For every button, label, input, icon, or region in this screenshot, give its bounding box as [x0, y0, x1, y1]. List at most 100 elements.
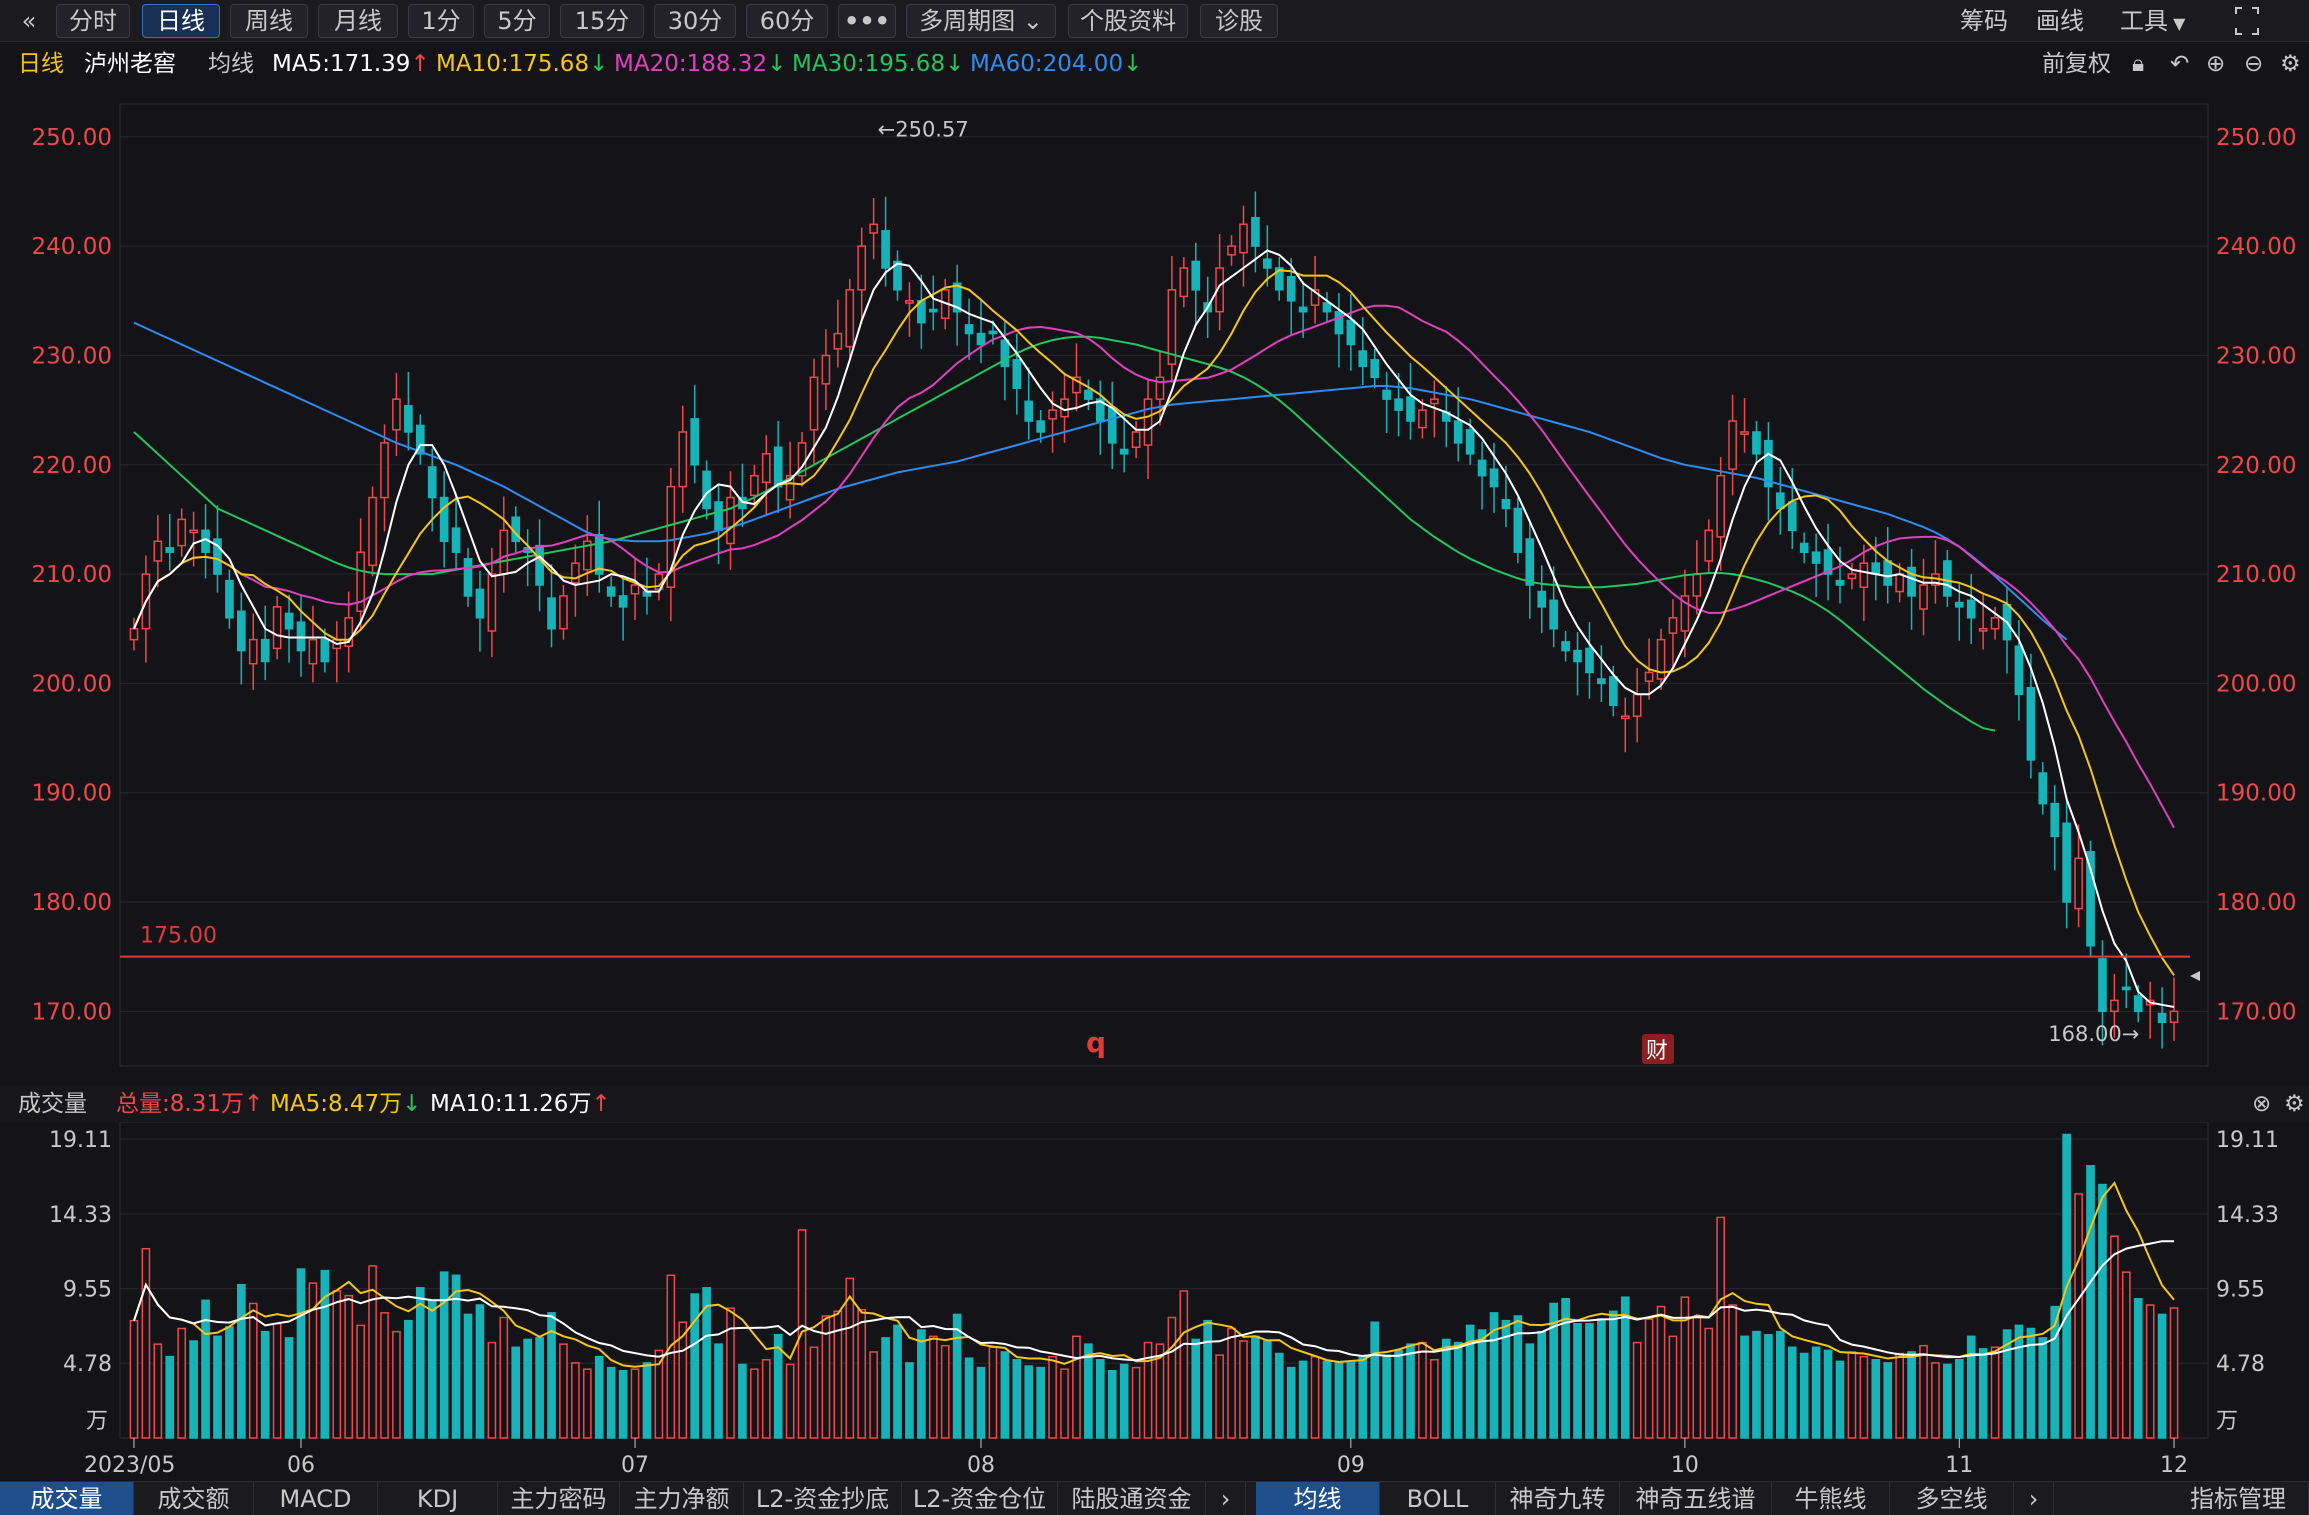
candle-down[interactable]	[547, 597, 556, 630]
fullscreen-icon[interactable]	[2232, 4, 2262, 38]
volume-bar-down[interactable]	[1024, 1365, 1034, 1439]
volume-bar-down[interactable]	[618, 1369, 628, 1439]
tab-bull-bear[interactable]: 牛熊线	[1772, 1482, 1890, 1515]
volume-bar-up[interactable]	[785, 1363, 795, 1439]
candle-up[interactable]	[571, 562, 580, 584]
candle-down[interactable]	[463, 558, 473, 597]
volume-bar-down[interactable]	[2086, 1165, 2095, 1439]
candle-down[interactable]	[1370, 359, 1380, 379]
volume-bar-down[interactable]	[1274, 1352, 1284, 1439]
volume-bar-up[interactable]	[177, 1327, 187, 1439]
volume-bar-up[interactable]	[1430, 1359, 1439, 1439]
candle-up[interactable]	[368, 496, 377, 567]
volume-bar-down[interactable]	[1525, 1343, 1535, 1439]
candle-up[interactable]	[2110, 999, 2119, 1013]
candle-down[interactable]	[1549, 599, 1558, 630]
period-tab-monthly[interactable]: 月线	[318, 4, 398, 38]
tab-macd[interactable]: MACD	[254, 1482, 378, 1515]
volume-panel[interactable]: 19.11 19.11 14.33 14.33 9.55 9.55 4.78 4.78 万 万…	[0, 1121, 2309, 1482]
candle-up[interactable]	[761, 453, 771, 483]
volume-bar-down[interactable]	[893, 1324, 902, 1439]
volume-bar-up[interactable]	[2145, 1304, 2155, 1439]
volume-bar-down[interactable]	[1943, 1363, 1952, 1439]
volume-bar-down[interactable]	[905, 1362, 914, 1439]
candle-down[interactable]	[1537, 590, 1547, 608]
candle-down[interactable]	[1811, 551, 1821, 564]
candle-up[interactable]	[1179, 267, 1189, 298]
volume-bar-down[interactable]	[1012, 1359, 1022, 1439]
chips-button[interactable]: 筹码	[1960, 4, 2008, 38]
tab-main-force-net[interactable]: 主力净额	[620, 1482, 744, 1515]
volume-bar-up[interactable]	[582, 1368, 592, 1439]
tab-turnover[interactable]: 成交额	[134, 1482, 254, 1515]
candle-down[interactable]	[237, 610, 246, 652]
candle-down[interactable]	[1298, 306, 1308, 313]
volume-bar-down[interactable]	[881, 1337, 890, 1439]
candle-up[interactable]	[1418, 409, 1427, 429]
volume-bar-down[interactable]	[952, 1313, 962, 1439]
candle-down[interactable]	[2026, 687, 2036, 761]
volume-bar-down[interactable]	[511, 1346, 521, 1439]
period-tab-weekly[interactable]: 周线	[230, 4, 308, 38]
volume-bar-down[interactable]	[189, 1340, 198, 1439]
volume-bar-up[interactable]	[940, 1344, 950, 1439]
candle-down[interactable]	[1966, 599, 1976, 619]
volume-bar-up[interactable]	[1167, 1316, 1177, 1439]
volume-bar-up[interactable]	[1990, 1346, 2000, 1439]
volume-bar-up[interactable]	[1919, 1344, 1928, 1439]
candle-down[interactable]	[1597, 678, 1606, 685]
candle-down[interactable]	[1489, 468, 1499, 488]
candle-up[interactable]	[1895, 573, 1904, 593]
candle-down[interactable]	[451, 527, 461, 553]
volume-bar-up[interactable]	[1728, 1304, 1737, 1439]
candle-up[interactable]	[1048, 409, 1057, 420]
volume-bar-down[interactable]	[594, 1355, 604, 1439]
volume-bar-up[interactable]	[1048, 1355, 1057, 1439]
tab-boll[interactable]: BOLL	[1380, 1482, 1496, 1515]
candle-down[interactable]	[1453, 420, 1463, 444]
volume-bar-down[interactable]	[404, 1319, 413, 1439]
candle-up[interactable]	[308, 638, 318, 665]
period-tab-15min[interactable]: 15分	[560, 4, 644, 38]
volume-bar-up[interactable]	[2074, 1193, 2083, 1439]
volume-bar-down[interactable]	[1406, 1343, 1415, 1439]
volume-bar-up[interactable]	[1131, 1366, 1141, 1439]
volume-bar-up[interactable]	[1847, 1351, 1857, 1439]
volume-bar-down[interactable]	[1095, 1359, 1105, 1439]
volume-bar-down[interactable]	[1954, 1359, 1964, 1439]
candle-down[interactable]	[618, 595, 628, 608]
candle-down[interactable]	[2157, 1012, 2167, 1024]
candle-down[interactable]	[1525, 538, 1535, 586]
candle-down[interactable]	[1943, 560, 1952, 597]
candle-down[interactable]	[1084, 389, 1093, 400]
volume-bar-down[interactable]	[237, 1283, 246, 1439]
volume-bar-down[interactable]	[475, 1304, 485, 1439]
candle-up[interactable]	[1990, 617, 2000, 630]
volume-bar-up[interactable]	[129, 1319, 139, 1439]
candle-up[interactable]	[678, 431, 688, 488]
volume-bar-up[interactable]	[1704, 1327, 1714, 1439]
volume-bar-up[interactable]	[630, 1368, 640, 1439]
candle-down[interactable]	[881, 230, 890, 269]
lock-icon[interactable]: 🔒︎	[2132, 44, 2144, 84]
adjust-mode-label[interactable]: 前复权	[2042, 44, 2111, 84]
volume-bar-down[interactable]	[415, 1287, 425, 1439]
candle-down[interactable]	[1573, 649, 1582, 663]
volume-bar-down[interactable]	[917, 1329, 926, 1439]
undo-icon[interactable]: ↶	[2170, 44, 2189, 84]
close-icon[interactable]: ⊗	[2252, 1086, 2271, 1122]
volume-bar-down[interactable]	[523, 1338, 532, 1439]
tab-northbound[interactable]: 陆股通资金	[1058, 1482, 1206, 1515]
candle-down[interactable]	[1871, 562, 1881, 575]
volume-bar-up[interactable]	[845, 1277, 855, 1439]
candle-up[interactable]	[1239, 223, 1248, 254]
candle-up[interactable]	[392, 398, 401, 431]
candle-up[interactable]	[2169, 1010, 2179, 1024]
candle-down[interactable]	[1382, 389, 1391, 400]
candle-up[interactable]	[1227, 245, 1236, 256]
candle-down[interactable]	[1346, 319, 1356, 346]
candle-down[interactable]	[2098, 958, 2107, 1013]
volume-bar-up[interactable]	[356, 1324, 365, 1439]
volume-bar-down[interactable]	[1346, 1362, 1356, 1439]
volume-bar-down[interactable]	[1823, 1349, 1833, 1439]
